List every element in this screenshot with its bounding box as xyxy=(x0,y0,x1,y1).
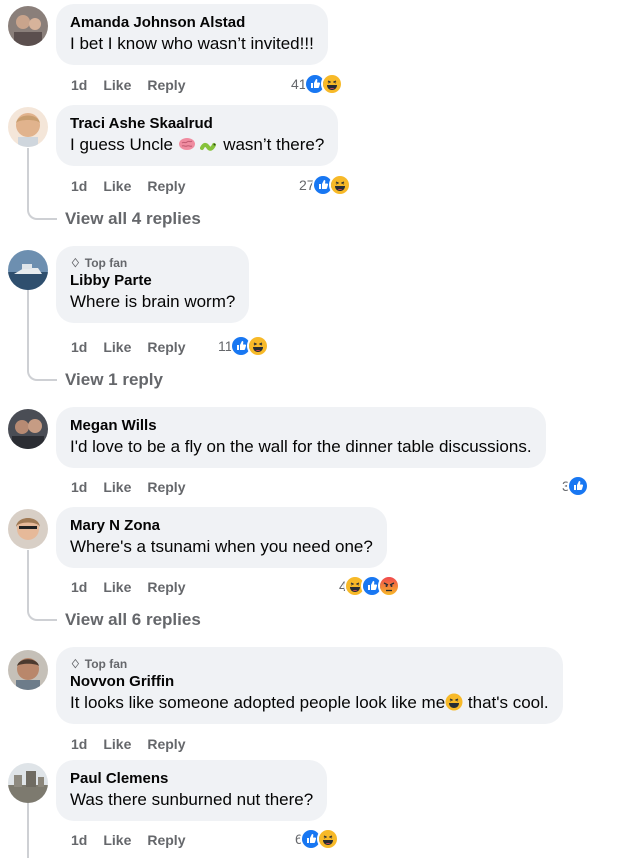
comment-time[interactable]: 1d xyxy=(71,77,87,93)
comment-actions: 1d Like Reply xyxy=(71,176,185,196)
reply-thread-line xyxy=(27,550,29,610)
avatar[interactable] xyxy=(8,650,48,690)
angry-reaction-icon xyxy=(377,575,400,597)
like-button[interactable]: Like xyxy=(103,339,131,355)
reaction-summary[interactable]: 11 xyxy=(218,335,269,357)
haha-reaction-icon xyxy=(316,828,339,850)
like-button[interactable]: Like xyxy=(103,178,131,194)
comment-text: I'd love to be a fly on the wall for the… xyxy=(70,437,532,456)
view-replies-link[interactable]: View all 6 replies xyxy=(65,610,201,630)
comment-bubble: Amanda Johnson Alstad I bet I know who w… xyxy=(56,4,328,65)
top-fan-label: Top fan xyxy=(84,657,128,671)
comment-time[interactable]: 1d xyxy=(71,339,87,355)
comment-time[interactable]: 1d xyxy=(71,736,87,752)
like-button[interactable]: Like xyxy=(103,479,131,495)
like-button[interactable]: Like xyxy=(103,579,131,595)
reaction-summary[interactable]: 41 xyxy=(291,73,343,95)
comment-actions: 1d Like Reply xyxy=(71,75,185,95)
comment-text: I guess Uncle wasn’t there? xyxy=(70,134,324,156)
comment-text-part: It looks like someone adopted people loo… xyxy=(70,693,446,712)
reply-button[interactable]: Reply xyxy=(147,579,185,595)
comment-author[interactable]: Amanda Johnson Alstad xyxy=(70,13,314,33)
avatar[interactable] xyxy=(8,763,48,803)
worm-emoji-icon xyxy=(200,135,218,153)
reply-thread-line xyxy=(27,803,29,858)
comment-time[interactable]: 1d xyxy=(71,579,87,595)
reply-thread-elbow xyxy=(27,206,57,220)
reply-thread-line xyxy=(27,290,29,370)
comment-text: Where's a tsunami when you need one? xyxy=(70,537,373,556)
reply-button[interactable]: Reply xyxy=(147,178,185,194)
laughing-emoji-icon xyxy=(445,693,463,711)
reaction-summary[interactable]: 27 xyxy=(299,174,351,196)
comment-bubble: ♢ Top fan Novvon Griffin It looks like so… xyxy=(56,647,563,724)
reply-thread-elbow xyxy=(27,607,57,621)
comment-actions: 1d Like Reply xyxy=(71,577,185,597)
comment-actions: 1d Like Reply xyxy=(71,734,185,754)
avatar[interactable] xyxy=(8,107,48,147)
brain-emoji-icon xyxy=(178,135,196,153)
comment-author[interactable]: Paul Clemens xyxy=(70,769,313,789)
comment-text: It looks like someone adopted people loo… xyxy=(70,692,549,714)
reply-thread-line xyxy=(27,148,29,208)
top-fan-badge: ♢ Top fan xyxy=(70,656,549,672)
comment-author[interactable]: Libby Parte xyxy=(70,271,235,291)
reply-button[interactable]: Reply xyxy=(147,339,185,355)
reply-button[interactable]: Reply xyxy=(147,736,185,752)
comment-text: Where is brain worm? xyxy=(70,292,236,311)
comment-time[interactable]: 1d xyxy=(71,479,87,495)
diamond-icon: ♢ xyxy=(70,256,81,270)
top-fan-label: Top fan xyxy=(84,256,128,270)
comment-text-part: that's cool. xyxy=(467,693,549,712)
comment-author[interactable]: Novvon Griffin xyxy=(70,672,549,692)
comment-author[interactable]: Mary N Zona xyxy=(70,516,373,536)
avatar[interactable] xyxy=(8,6,48,46)
comment-bubble: ♢ Top fan Libby Parte Where is brain worm… xyxy=(56,246,250,323)
diamond-icon: ♢ xyxy=(70,657,81,671)
comment-bubble: Paul Clemens Was there sunburned nut the… xyxy=(56,760,328,821)
comment-time[interactable]: 1d xyxy=(71,178,87,194)
comment-time[interactable]: 1d xyxy=(71,832,87,848)
comment-bubble: Traci Ashe Skaalrud I guess Uncle wasn’t… xyxy=(56,105,339,166)
reaction-summary[interactable]: 4 xyxy=(339,575,400,597)
reaction-summary[interactable]: 6 xyxy=(295,828,339,850)
haha-reaction-icon xyxy=(320,73,343,95)
comment-author[interactable]: Megan Wills xyxy=(70,416,532,436)
comment-actions: 1d Like Reply xyxy=(71,337,185,357)
reply-thread-elbow xyxy=(27,367,57,381)
reply-button[interactable]: Reply xyxy=(147,479,185,495)
view-replies-link[interactable]: View 1 reply xyxy=(65,370,163,390)
like-reaction-icon xyxy=(566,475,589,497)
comment-bubble: Mary N Zona Where's a tsunami when you n… xyxy=(56,507,387,568)
comment-text: I bet I know who wasn’t invited!!! xyxy=(70,34,314,53)
reaction-summary[interactable]: 3 xyxy=(562,475,589,497)
haha-reaction-icon xyxy=(328,174,351,196)
like-button[interactable]: Like xyxy=(103,832,131,848)
like-button[interactable]: Like xyxy=(103,736,131,752)
view-replies-link[interactable]: View all 4 replies xyxy=(65,209,201,229)
top-fan-badge: ♢ Top fan xyxy=(70,255,235,271)
reply-button[interactable]: Reply xyxy=(147,832,185,848)
comment-text-part: I guess Uncle xyxy=(70,135,173,154)
comment-bubble: Megan Wills I'd love to be a fly on the … xyxy=(56,407,546,468)
comment-actions: 1d Like Reply xyxy=(71,830,185,850)
comment-text-part: wasn’t there? xyxy=(223,135,325,154)
reply-button[interactable]: Reply xyxy=(147,77,185,93)
comment-author[interactable]: Traci Ashe Skaalrud xyxy=(70,114,324,134)
comment-text: Was there sunburned nut there? xyxy=(70,790,314,809)
like-button[interactable]: Like xyxy=(103,77,131,93)
avatar[interactable] xyxy=(8,409,48,449)
haha-reaction-icon xyxy=(246,335,269,357)
comment-actions: 1d Like Reply xyxy=(71,477,185,497)
avatar[interactable] xyxy=(8,250,48,290)
avatar[interactable] xyxy=(8,509,48,549)
